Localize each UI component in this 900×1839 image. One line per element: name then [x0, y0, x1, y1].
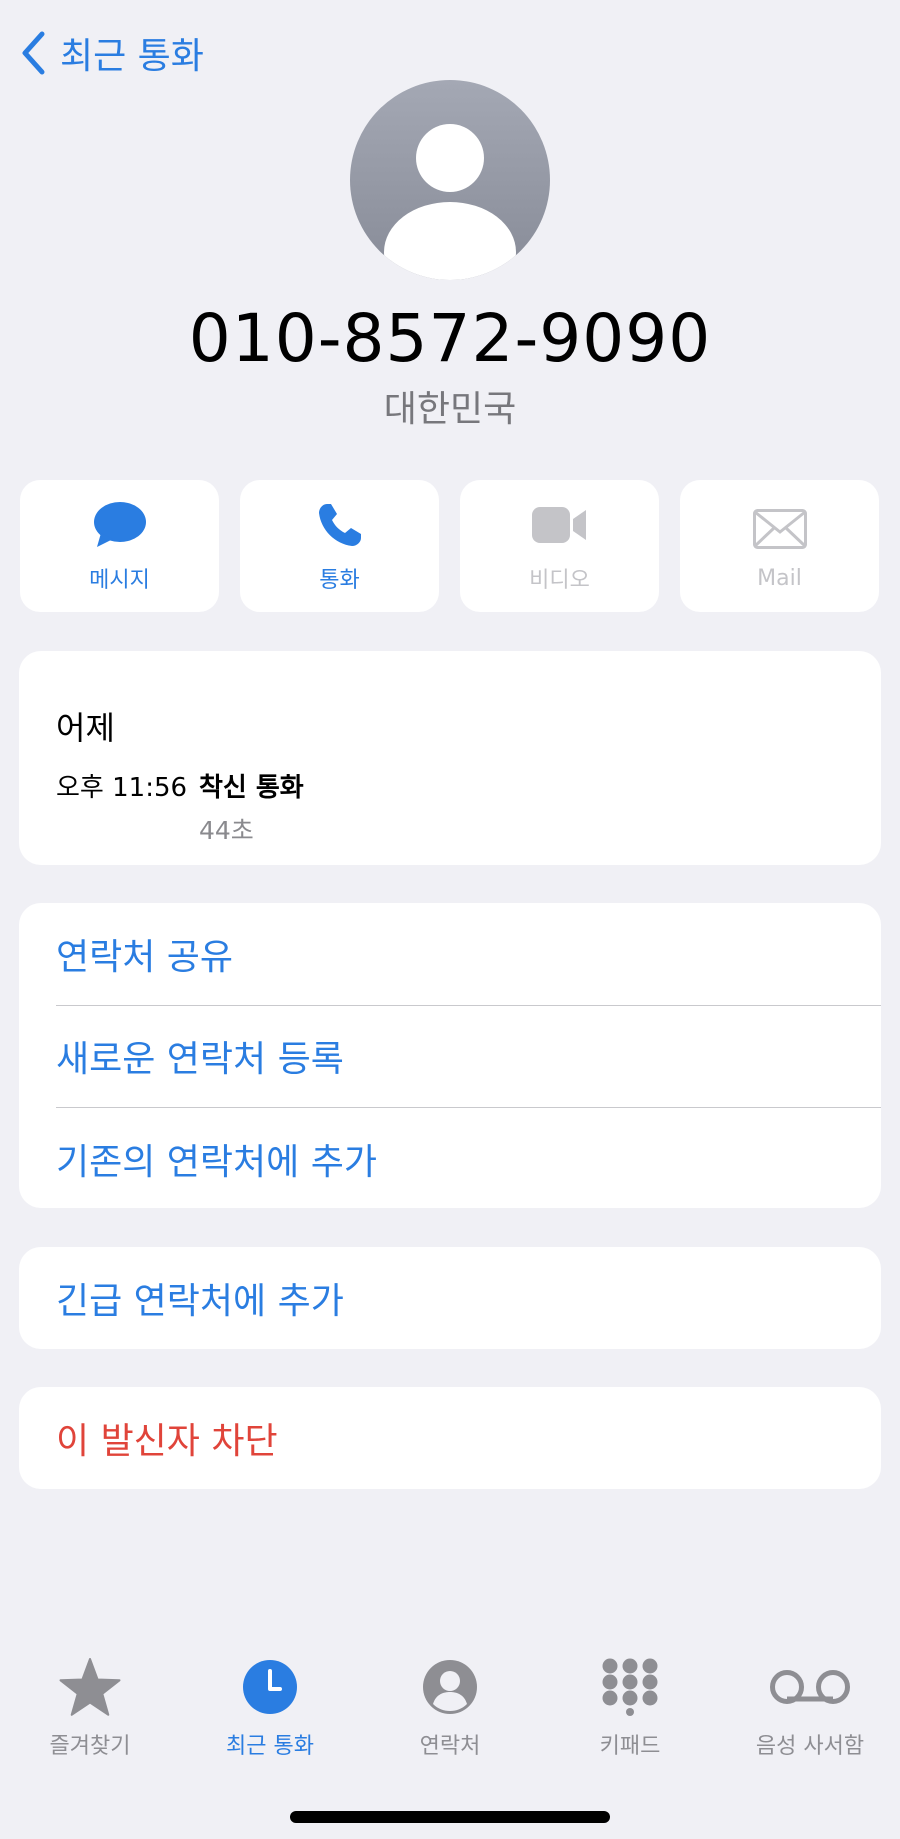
call-duration: 44초: [199, 816, 254, 845]
mail-button[interactable]: Mail: [680, 480, 879, 612]
phone-icon: [318, 504, 361, 546]
tab-label: 연락처: [419, 1734, 481, 1759]
back-label: 최근 통화: [60, 36, 204, 77]
call-day: 어제: [56, 709, 115, 747]
tab-bar: 즐겨찾기 최근 통화 연락처 키패드 음성 사서함: [0, 1650, 900, 1760]
country-label: 대한민국: [383, 389, 517, 430]
add-emergency-contact-button[interactable]: 긴급 연락처에 추가: [19, 1247, 881, 1349]
tab-contacts[interactable]: 연락처: [360, 1650, 540, 1760]
recent-call-card: 어제 오후 11:56 착신 통화 44초: [19, 651, 881, 865]
block-caller-button[interactable]: 이 발신자 차단: [19, 1387, 881, 1489]
contact-options-list: 연락처 공유 새로운 연락처 등록 기존의 연락처에 추가: [19, 903, 881, 1208]
voicemail-icon: [770, 1670, 850, 1704]
call-button[interactable]: 통화: [240, 480, 439, 612]
share-contact-button[interactable]: 연락처 공유: [19, 903, 881, 1005]
person-circle-icon: [423, 1660, 477, 1714]
video-label: 비디오: [529, 568, 590, 593]
home-indicator: [290, 1811, 610, 1823]
call-label: 통화: [319, 568, 360, 593]
keypad-icon: [602, 1658, 658, 1716]
mail-label: Mail: [757, 565, 802, 591]
tab-label: 키패드: [599, 1734, 661, 1759]
mail-icon: [752, 508, 807, 549]
message-button[interactable]: 메시지: [20, 480, 219, 612]
message-label: 메시지: [89, 568, 150, 593]
tab-recents[interactable]: 최근 통화: [180, 1650, 360, 1760]
person-placeholder-icon: [384, 124, 516, 280]
video-icon: [531, 507, 586, 543]
message-icon: [93, 502, 146, 547]
tab-label: 음성 사서함: [755, 1734, 865, 1759]
tab-label: 최근 통화: [226, 1734, 314, 1759]
chevron-left-icon: [22, 31, 45, 75]
call-time: 오후 11:56: [56, 773, 188, 803]
quick-actions: 메시지 통화 비디오 Mail: [20, 480, 879, 612]
clock-icon: [243, 1660, 297, 1714]
create-new-contact-button[interactable]: 새로운 연락처 등록: [19, 1006, 881, 1108]
tab-voicemail[interactable]: 음성 사서함: [720, 1650, 900, 1760]
block-caller-card: 이 발신자 차단: [19, 1387, 881, 1489]
star-icon: [59, 1658, 121, 1716]
video-button[interactable]: 비디오: [460, 480, 659, 612]
tab-label: 즐겨찾기: [49, 1734, 131, 1759]
back-button[interactable]: 최근 통화: [20, 28, 204, 78]
call-type: 착신 통화: [199, 773, 304, 803]
emergency-contact-card: 긴급 연락처에 추가: [19, 1247, 881, 1349]
tab-favorites[interactable]: 즐겨찾기: [0, 1650, 180, 1760]
tab-keypad[interactable]: 키패드: [540, 1650, 720, 1760]
avatar: [350, 80, 550, 280]
phone-number: 010-8572-9090: [188, 300, 712, 377]
add-to-existing-contact-button[interactable]: 기존의 연락처에 추가: [19, 1108, 881, 1210]
